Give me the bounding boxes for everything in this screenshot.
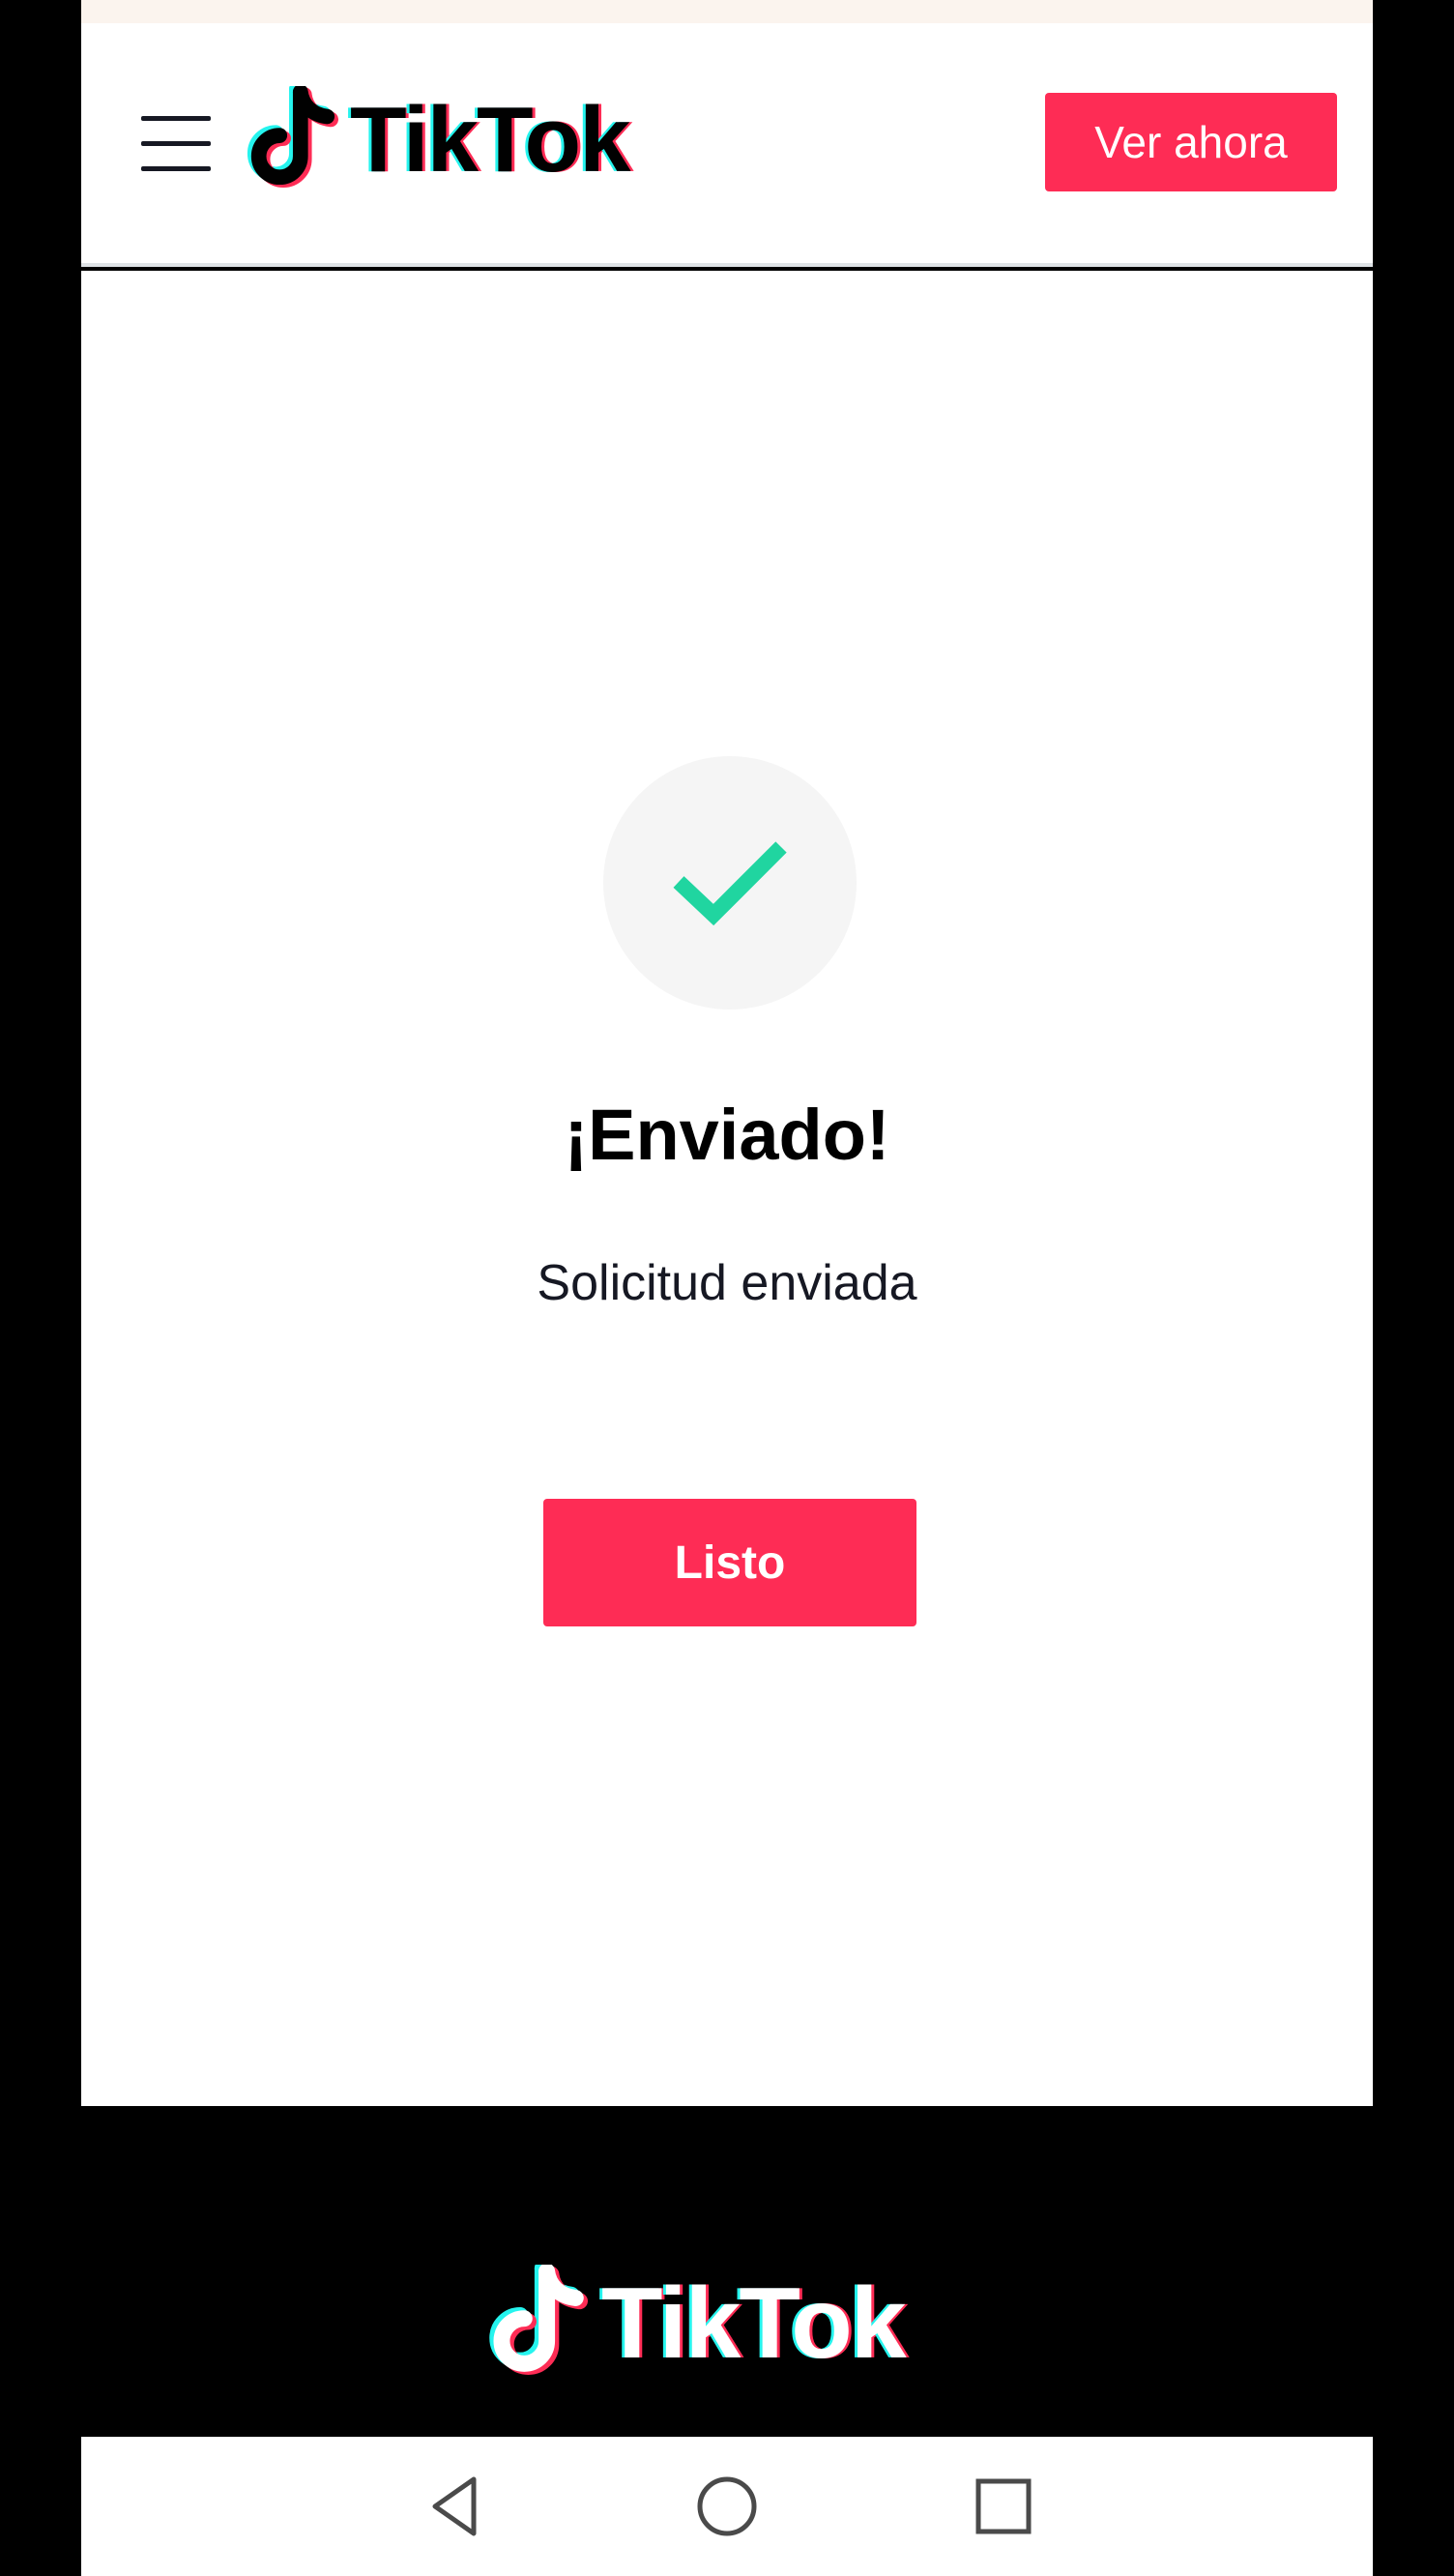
hamburger-menu-icon[interactable] <box>141 116 211 172</box>
footer-tiktok-logo: TikTok <box>485 2265 907 2383</box>
footer-logo-wordmark: TikTok <box>601 2268 907 2380</box>
ver-ahora-button[interactable]: Ver ahora <box>1045 93 1337 191</box>
status-strip <box>81 0 1373 23</box>
home-circle-icon[interactable] <box>692 2472 762 2541</box>
tiktok-note-icon <box>247 86 338 188</box>
logo-wordmark: TikTok <box>350 88 631 191</box>
main-content: ¡Enviado! Solicitud enviada Listo <box>81 271 1373 2106</box>
screen: TikTok Ver ahora ¡Enviado! Solicitud env… <box>81 0 1373 2576</box>
android-nav-bar <box>81 2437 1373 2576</box>
page-title: ¡Enviado! <box>564 1095 890 1175</box>
success-badge <box>603 756 857 1010</box>
recents-square-icon[interactable] <box>969 2472 1038 2541</box>
done-button[interactable]: Listo <box>543 1499 916 1626</box>
tiktok-note-icon <box>489 2265 588 2375</box>
status-message: Solicitud enviada <box>537 1255 917 1311</box>
back-triangle-icon[interactable] <box>422 2472 491 2541</box>
footer: TikTok <box>81 2106 1373 2437</box>
tiktok-logo[interactable]: TikTok <box>244 86 631 193</box>
checkmark-icon <box>673 841 787 926</box>
header: TikTok Ver ahora <box>81 23 1373 267</box>
